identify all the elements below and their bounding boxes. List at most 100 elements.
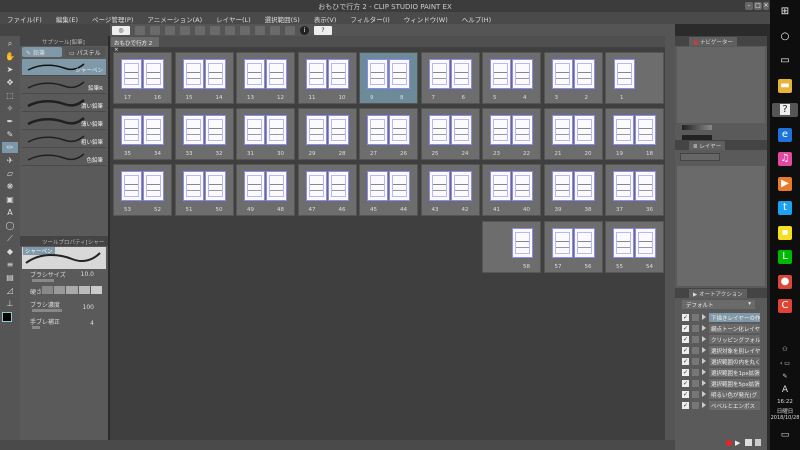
blend-tool-icon[interactable]: ⟋ — [2, 233, 18, 244]
page-spread[interactable]: 1 — [605, 52, 664, 104]
airbrush-tool-icon[interactable]: ✈ — [2, 155, 18, 166]
page-thumbnail[interactable] — [613, 115, 634, 145]
delete-icon[interactable] — [210, 25, 220, 35]
dialog-toggle[interactable] — [692, 313, 699, 321]
sub-tool-item[interactable]: シャーペン — [22, 59, 106, 76]
undo-icon[interactable] — [135, 25, 145, 35]
page-spread[interactable]: 43 42 — [420, 164, 480, 216]
page-thumbnail[interactable] — [551, 59, 573, 89]
expand-icon[interactable] — [702, 402, 706, 408]
page-spread[interactable]: 33 32 — [174, 108, 234, 160]
clock-time[interactable]: 16:22 — [770, 399, 800, 405]
menu-item[interactable]: 選択範囲(S) — [258, 12, 307, 24]
enable-checkbox[interactable]: ✓ — [682, 324, 689, 332]
auto-action-item[interactable]: ✓ 選択対象を別レイヤー — [682, 345, 760, 355]
page-manager-icon[interactable]: ◎ — [112, 25, 130, 35]
dialog-toggle[interactable] — [692, 368, 699, 376]
fill-icon[interactable] — [195, 25, 205, 35]
page-thumbnail[interactable] — [613, 171, 634, 201]
page-spread[interactable]: 15 14 — [174, 52, 234, 104]
page-thumbnail[interactable] — [204, 59, 226, 89]
page-spread[interactable]: 13 12 — [236, 52, 295, 104]
close-button[interactable]: × — [763, 2, 769, 10]
correct-line-tool-icon[interactable]: ⊥ — [2, 298, 18, 309]
page-thumbnail[interactable] — [204, 171, 226, 201]
page-spread[interactable]: 51 50 — [174, 164, 234, 216]
play-icon[interactable]: ▶ — [735, 439, 740, 447]
page-thumbnail[interactable] — [305, 59, 327, 89]
page-thumbnail[interactable] — [367, 115, 388, 145]
page-thumbnail[interactable] — [121, 171, 142, 201]
page-thumbnail[interactable] — [512, 115, 533, 145]
stabilization-value[interactable]: 4 — [90, 320, 94, 327]
page-thumbnail[interactable] — [490, 59, 511, 89]
page-spread[interactable]: 32 — [543, 52, 603, 104]
eyedropper-tool-icon[interactable]: ✧ — [2, 103, 18, 114]
brush-tool-icon[interactable]: ✎ — [2, 129, 18, 140]
auto-action-item[interactable]: ✓ ベベルとエンボス — [682, 400, 760, 410]
dialog-toggle[interactable] — [692, 335, 699, 343]
enable-checkbox[interactable]: ✓ — [682, 357, 689, 365]
task-view-icon[interactable]: ▭ — [778, 54, 792, 68]
page-thumbnail[interactable] — [327, 115, 349, 145]
page-thumbnail[interactable] — [512, 171, 533, 201]
page-spread[interactable]: 98 — [359, 52, 418, 104]
page-spread[interactable]: 11 10 — [297, 52, 357, 104]
sticky-notes-icon[interactable]: ▪ — [778, 225, 792, 240]
pen-tool-icon[interactable]: ✒ — [2, 116, 18, 127]
people-icon[interactable]: ⚇ — [770, 346, 800, 353]
page-spread[interactable]: 45 44 — [359, 164, 418, 216]
dialog-toggle[interactable] — [692, 401, 699, 409]
blend-mode-select[interactable] — [680, 153, 720, 161]
page-thumbnail[interactable] — [244, 115, 265, 145]
page-spread[interactable]: 31 30 — [236, 108, 295, 160]
page-thumbnail[interactable] — [143, 171, 164, 201]
menu-item[interactable]: フィルター(I) — [343, 12, 396, 24]
chrome-icon[interactable]: ● — [778, 274, 792, 289]
fill-tool-icon[interactable]: ◆ — [2, 246, 18, 257]
expand-icon[interactable] — [702, 369, 706, 375]
page-thumbnail[interactable] — [428, 171, 450, 201]
page-thumbnail[interactable] — [635, 115, 656, 145]
network-icon[interactable]: ‹ ▭ — [770, 360, 800, 367]
page-thumbnail[interactable] — [182, 59, 204, 89]
auto-action-item[interactable]: ✓ クリッピングフォルダー — [682, 334, 760, 344]
page-thumbnail[interactable] — [143, 59, 164, 89]
page-thumbnail[interactable] — [182, 115, 204, 145]
auto-action-item[interactable]: ✓ 選択範囲を1px拡張 — [682, 367, 760, 377]
page-thumbnail[interactable] — [305, 115, 327, 145]
expand-icon[interactable] — [702, 325, 706, 331]
page-thumbnail[interactable] — [551, 228, 573, 258]
page-spread[interactable]: 47 46 — [297, 164, 357, 216]
expand-icon[interactable] — [702, 314, 706, 320]
transform-icon[interactable] — [225, 25, 235, 35]
windows-icon[interactable]: ⊞ — [778, 5, 792, 19]
page-thumbnail[interactable] — [428, 59, 450, 89]
page-thumbnail[interactable] — [327, 171, 349, 201]
zoom-slider[interactable] — [682, 125, 712, 130]
page-thumbnail[interactable] — [266, 59, 287, 89]
page-thumbnail[interactable] — [143, 115, 164, 145]
gradient-tool-icon[interactable]: ▤ — [2, 272, 18, 283]
layer-tab[interactable]: ≣ レイヤー — [689, 141, 726, 150]
page-spread[interactable]: 41 40 — [482, 164, 541, 216]
ruler-tool-icon[interactable]: ≡ — [2, 259, 18, 270]
navigator-tab[interactable]: ▣ ナビゲーター — [689, 37, 737, 46]
enable-checkbox[interactable]: ✓ — [682, 346, 689, 354]
page-thumbnail[interactable] — [635, 228, 656, 258]
page-thumbnail[interactable] — [573, 171, 595, 201]
expand-icon[interactable] — [702, 391, 706, 397]
hand-tool-icon[interactable]: ✋ — [2, 51, 18, 62]
brush-density-value[interactable]: 100 — [83, 304, 94, 311]
expand-icon[interactable] — [702, 380, 706, 386]
minimize-button[interactable]: – — [745, 2, 753, 10]
new-action-icon[interactable] — [745, 439, 752, 446]
page-thumbnail[interactable] — [266, 115, 287, 145]
page-thumbnail[interactable] — [512, 59, 533, 89]
page-thumbnail[interactable] — [182, 171, 204, 201]
vertical-scrollbar[interactable] — [665, 36, 675, 440]
operation-tool-icon[interactable]: ✥ — [2, 77, 18, 88]
sub-tool-item[interactable]: 薄い鉛筆 — [22, 113, 106, 130]
page-spread[interactable]: 29 28 — [297, 108, 357, 160]
page-thumbnail[interactable] — [389, 171, 410, 201]
